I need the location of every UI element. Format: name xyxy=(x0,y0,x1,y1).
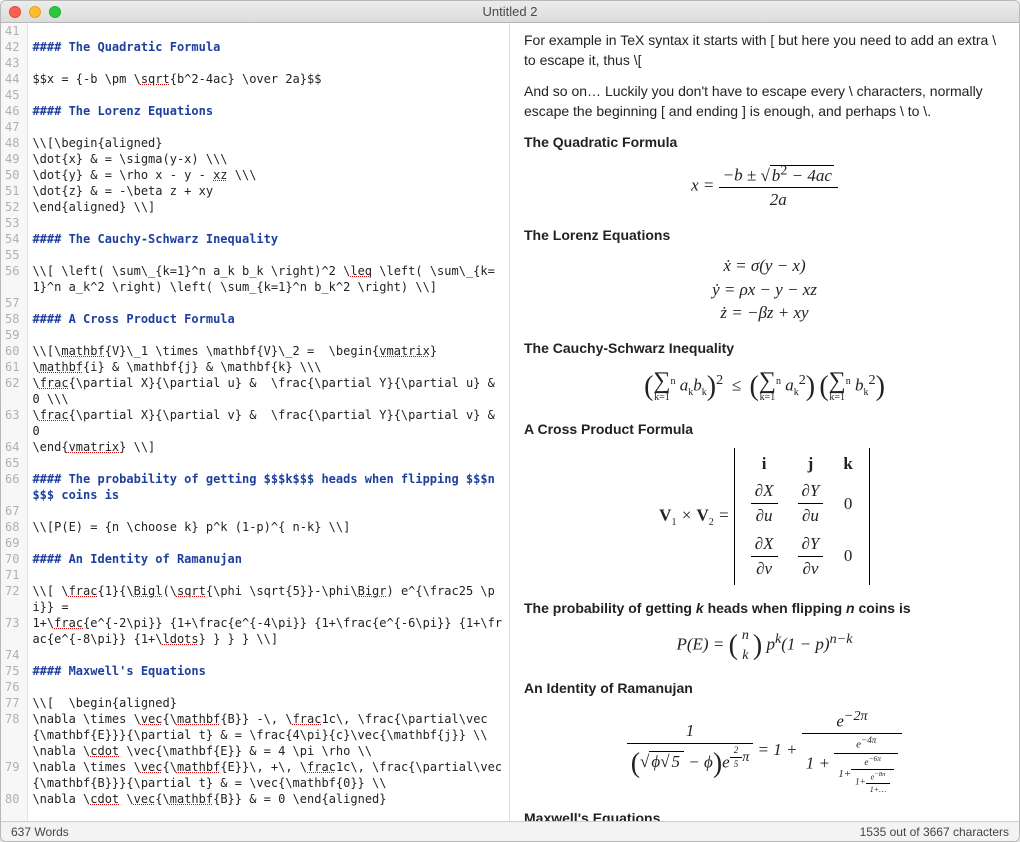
char-count: 1535 out of 3667 characters xyxy=(860,825,1009,839)
minimize-button[interactable] xyxy=(29,6,41,18)
heading-maxwell: Maxwell's Equations xyxy=(524,809,1005,821)
close-button[interactable] xyxy=(9,6,21,18)
heading-prob: The probability of getting k heads when … xyxy=(524,599,1005,619)
math-ramanujan: 1(ϕ5 − ϕ)e25π = 1 + e−2π1 + e−4π1+e−6π1+… xyxy=(524,707,1005,795)
maximize-button[interactable] xyxy=(49,6,61,18)
line-gutter: 4142434445464748495051525354555657585960… xyxy=(1,23,28,821)
heading-ramanujan: An Identity of Ramanujan xyxy=(524,679,1005,699)
word-count: 637 Words xyxy=(11,825,69,839)
math-lorenz: ẋ = σ(y − x) ẏ = ρx − y − xz ż = −βz + x… xyxy=(524,254,1005,325)
preview-intro-1: For example in TeX syntax it starts with… xyxy=(524,31,1005,70)
heading-quadratic: The Quadratic Formula xyxy=(524,133,1005,153)
math-prob: P(E) = (nk) pk(1 − p)n−k xyxy=(524,626,1005,665)
content-area: 4142434445464748495051525354555657585960… xyxy=(1,23,1019,821)
math-quadratic: x = −b ± b2 − 4ac2a xyxy=(524,161,1005,212)
traffic-lights xyxy=(9,6,61,18)
code-area[interactable]: #### The Quadratic Formula$$x = {-b \pm … xyxy=(28,23,509,821)
heading-cauchy: The Cauchy-Schwarz Inequality xyxy=(524,339,1005,359)
titlebar[interactable]: Untitled 2 xyxy=(1,1,1019,23)
editor-pane[interactable]: 4142434445464748495051525354555657585960… xyxy=(1,23,510,821)
math-cauchy: (∑k=1n akbk)2 ≤ (∑k=1n ak2) (∑k=1n bk2) xyxy=(524,367,1005,406)
heading-lorenz: The Lorenz Equations xyxy=(524,226,1005,246)
preview-pane: For example in TeX syntax it starts with… xyxy=(510,23,1019,821)
preview-intro-2: And so on… Luckily you don't have to esc… xyxy=(524,82,1005,121)
heading-cross: A Cross Product Formula xyxy=(524,420,1005,440)
math-cross: V1 × V2 = ijk ∂X∂u∂Y∂u0 ∂X∂v∂Y∂v0 xyxy=(524,448,1005,585)
window-title: Untitled 2 xyxy=(61,4,959,19)
status-bar: 637 Words 1535 out of 3667 characters xyxy=(1,821,1019,841)
app-window: Untitled 2 41424344454647484950515253545… xyxy=(0,0,1020,842)
